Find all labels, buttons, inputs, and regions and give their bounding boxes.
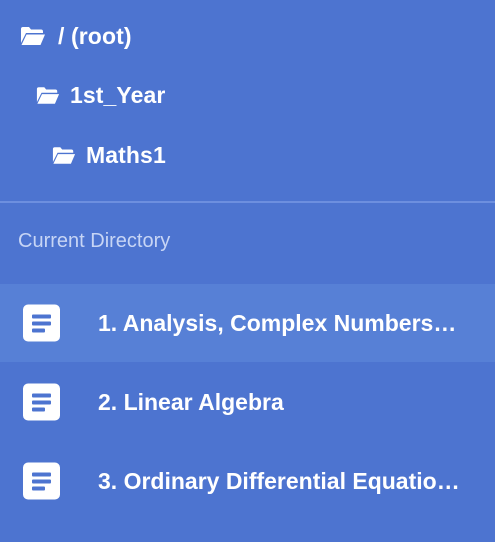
document-icon bbox=[23, 383, 60, 421]
folder-maths1[interactable]: Maths1 bbox=[52, 140, 166, 170]
file-list: 1. Analysis, Complex Numbers and Series … bbox=[0, 284, 495, 520]
document-icon bbox=[23, 462, 60, 500]
file-item-label: 2. Linear Algebra bbox=[98, 388, 284, 415]
folder-open-icon bbox=[21, 27, 45, 45]
folder-1st-year-label: 1st_Year bbox=[70, 81, 166, 108]
folder-maths1-label: Maths1 bbox=[86, 141, 166, 168]
directory-tree: / (root) 1st_Year Maths1 bbox=[0, 0, 495, 202]
document-icon bbox=[23, 304, 60, 342]
file-item-label: 3. Ordinary Differential Equations bbox=[98, 467, 460, 494]
file-item-linear-algebra[interactable]: 2. Linear Algebra bbox=[0, 363, 495, 441]
file-item-label: 1. Analysis, Complex Numbers and Series bbox=[98, 309, 460, 336]
folder-open-icon bbox=[52, 146, 76, 164]
file-item-ode[interactable]: 3. Ordinary Differential Equations bbox=[0, 442, 495, 520]
file-item-analysis[interactable]: 1. Analysis, Complex Numbers and Series bbox=[0, 284, 495, 362]
current-directory-header: Current Directory bbox=[18, 230, 171, 252]
folder-1st-year[interactable]: 1st_Year bbox=[36, 80, 165, 110]
section-divider bbox=[0, 201, 495, 203]
folder-root[interactable]: / (root) bbox=[20, 21, 132, 51]
folder-root-label: / (root) bbox=[58, 22, 132, 49]
folder-open-icon bbox=[36, 86, 60, 104]
